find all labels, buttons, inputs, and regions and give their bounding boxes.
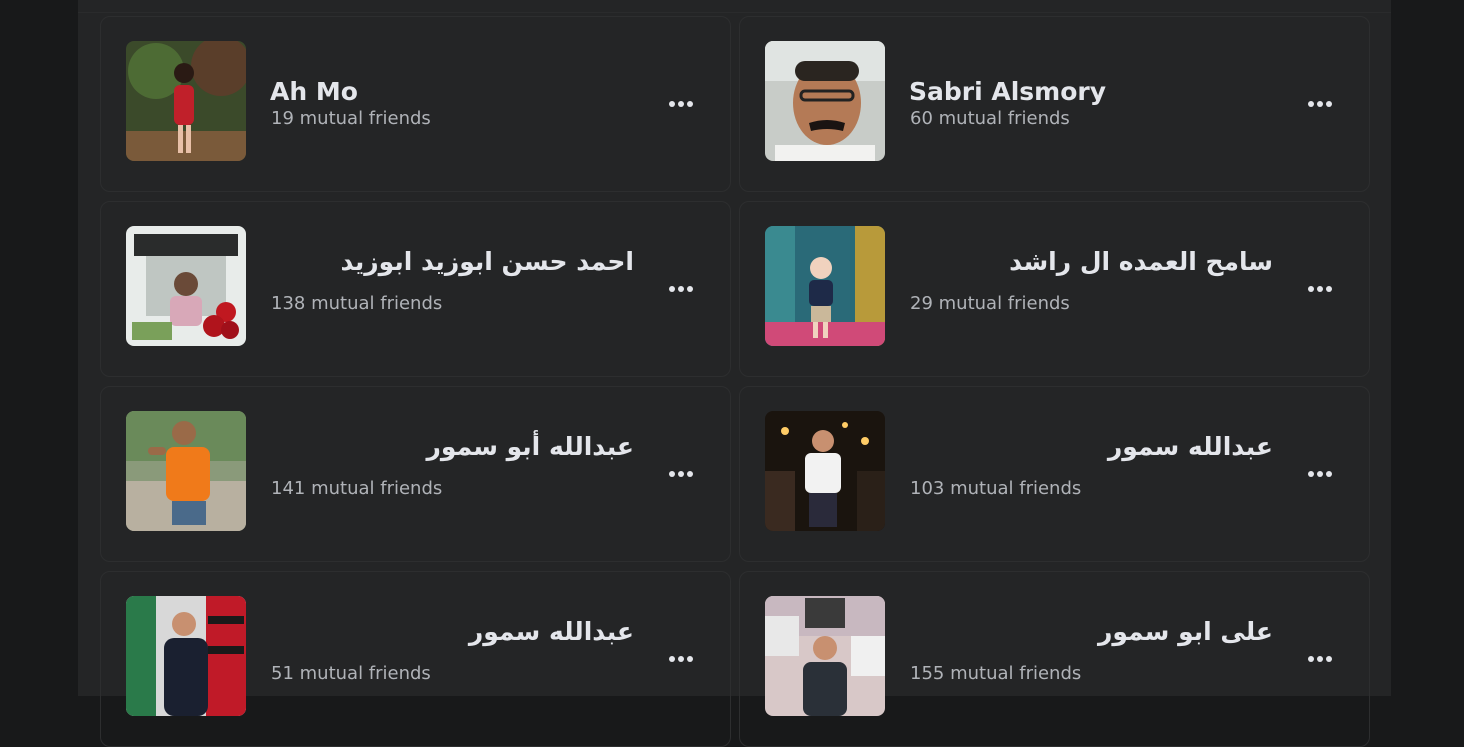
dot-icon (1326, 286, 1332, 292)
friend-name[interactable]: عبدالله سمور (270, 617, 634, 647)
friend-card[interactable]: على ابو سمور 155 mutual friends (739, 571, 1370, 747)
dot-icon (1308, 471, 1314, 477)
friend-name[interactable]: احمد حسن ابوزيد ابوزيد (270, 247, 634, 277)
friend-card[interactable]: Ah Mo 19 mutual friends (100, 16, 731, 192)
mutual-friends-count[interactable]: 51 mutual friends (271, 663, 431, 685)
more-options-button[interactable] (663, 89, 699, 119)
dot-icon (678, 286, 684, 292)
dot-icon (687, 286, 693, 292)
more-options-button[interactable] (1302, 459, 1338, 489)
friend-name[interactable]: Ah Mo (270, 77, 634, 107)
mutual-friends-count[interactable]: 103 mutual friends (910, 478, 1081, 500)
more-options-button[interactable] (1302, 274, 1338, 304)
avatar[interactable] (765, 411, 885, 531)
dot-icon (1317, 286, 1323, 292)
friends-panel: Ah Mo 19 mutual friends Sabri Alsmory 60… (78, 0, 1391, 747)
dot-icon (1308, 286, 1314, 292)
avatar[interactable] (126, 41, 246, 161)
mutual-friends-count[interactable]: 155 mutual friends (910, 663, 1081, 685)
dot-icon (687, 656, 693, 662)
dot-icon (678, 471, 684, 477)
dot-icon (669, 656, 675, 662)
dot-icon (1317, 656, 1323, 662)
dot-icon (1308, 656, 1314, 662)
friend-name[interactable]: عبدالله سمور (909, 432, 1273, 462)
more-options-button[interactable] (663, 644, 699, 674)
dot-icon (1308, 101, 1314, 107)
dot-icon (669, 471, 675, 477)
avatar[interactable] (126, 596, 246, 716)
dot-icon (669, 101, 675, 107)
friend-card[interactable]: Sabri Alsmory 60 mutual friends (739, 16, 1370, 192)
friend-name[interactable]: Sabri Alsmory (909, 77, 1273, 107)
avatar[interactable] (126, 226, 246, 346)
dot-icon (678, 101, 684, 107)
friend-name[interactable]: عبدالله أبو سمور (270, 432, 635, 462)
friend-name[interactable]: سامح العمده ال راشد (909, 247, 1273, 277)
avatar[interactable] (765, 596, 885, 716)
friend-card[interactable]: عبدالله أبو سمور 141 mutual friends (100, 386, 731, 562)
friend-name[interactable]: على ابو سمور (909, 617, 1273, 647)
mutual-friends-count[interactable]: 29 mutual friends (910, 293, 1070, 315)
friend-card[interactable]: عبدالله سمور 103 mutual friends (739, 386, 1370, 562)
dot-icon (1317, 101, 1323, 107)
divider (78, 12, 1391, 13)
more-options-button[interactable] (1302, 89, 1338, 119)
dot-icon (1317, 471, 1323, 477)
mutual-friends-count[interactable]: 141 mutual friends (271, 478, 442, 500)
mutual-friends-count[interactable]: 138 mutual friends (271, 293, 442, 315)
avatar[interactable] (126, 411, 246, 531)
friend-card[interactable]: سامح العمده ال راشد 29 mutual friends (739, 201, 1370, 377)
more-options-button[interactable] (1302, 644, 1338, 674)
more-options-button[interactable] (663, 459, 699, 489)
more-options-button[interactable] (663, 274, 699, 304)
dot-icon (678, 656, 684, 662)
avatar[interactable] (765, 41, 885, 161)
dot-icon (1326, 656, 1332, 662)
dot-icon (1326, 471, 1332, 477)
dot-icon (669, 286, 675, 292)
friend-card[interactable]: عبدالله سمور 51 mutual friends (100, 571, 731, 747)
dot-icon (687, 471, 693, 477)
dot-icon (687, 101, 693, 107)
dot-icon (1326, 101, 1332, 107)
mutual-friends-count[interactable]: 60 mutual friends (910, 108, 1070, 130)
friend-card[interactable]: احمد حسن ابوزيد ابوزيد 138 mutual friend… (100, 201, 731, 377)
avatar[interactable] (765, 226, 885, 346)
mutual-friends-count[interactable]: 19 mutual friends (271, 108, 431, 130)
friends-grid: Ah Mo 19 mutual friends Sabri Alsmory 60… (100, 16, 1370, 747)
